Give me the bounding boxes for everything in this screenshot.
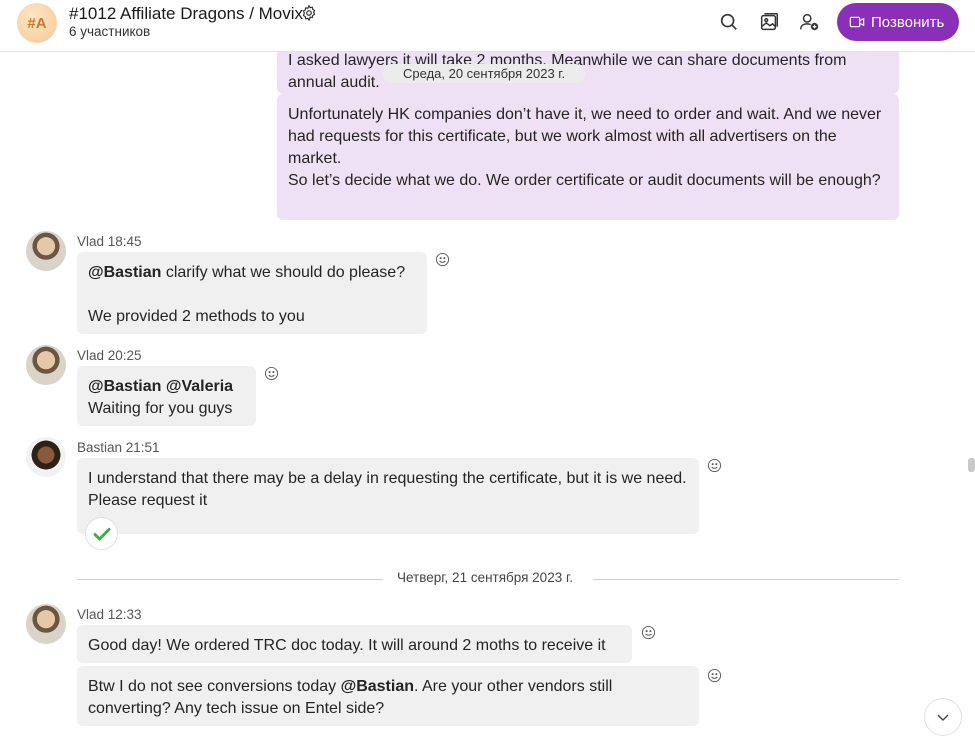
divider-line	[593, 579, 899, 580]
check-reaction[interactable]	[85, 517, 118, 550]
gear-icon[interactable]	[300, 4, 318, 22]
scrollbar-thumb[interactable]	[968, 458, 975, 472]
message-meta: Vlad 18:45	[77, 234, 142, 249]
date-divider: Четверг, 21 сентября 2023 г.	[77, 570, 899, 590]
call-button-label: Позвонить	[871, 13, 945, 31]
chat-title[interactable]: #1012 Affiliate Dragons / Movix	[69, 4, 303, 24]
avatar[interactable]	[26, 345, 66, 385]
message-text: So let’s decide what we do. We order cer…	[288, 172, 881, 189]
message-text: clarify what we should do please?	[161, 264, 406, 281]
smiley-icon[interactable]	[707, 668, 722, 683]
message-meta: Vlad 20:25	[77, 348, 142, 363]
date-divider-label: Четверг, 21 сентября 2023 г.	[397, 570, 573, 585]
chat-header: #A #1012 Affiliate Dragons / Movix 6 уча…	[0, 0, 975, 52]
own-message[interactable]: I asked lawyers it will take 2 months. M…	[277, 52, 899, 94]
message-bubble[interactable]: Btw I do not see conversions today @Bast…	[77, 666, 699, 726]
message-text: Btw I do not see conversions today	[88, 678, 341, 695]
smiley-icon[interactable]	[435, 252, 450, 267]
message-bubble[interactable]: @Bastian @Valeria Waiting for you guys	[77, 366, 256, 426]
message-text: I asked lawyers it will take 2 months. M…	[288, 52, 847, 69]
message-text: annual audit.	[288, 74, 380, 91]
participants-count[interactable]: 6 участников	[69, 24, 150, 39]
divider-line	[77, 579, 383, 580]
message-meta: Bastian 21:51	[77, 440, 160, 455]
message-text: I understand that there may be a delay i…	[88, 470, 687, 509]
floating-date: Среда, 20 сентября 2023 г.	[383, 64, 586, 83]
mention[interactable]: @Bastian	[88, 264, 161, 281]
smiley-icon[interactable]	[707, 458, 722, 473]
message-bubble[interactable]: @Bastian clarify what we should do pleas…	[77, 252, 427, 334]
call-button[interactable]: Позвонить	[837, 3, 959, 41]
message-text: We provided 2 methods to you	[88, 308, 305, 325]
message-text: Unfortunately HK companies don’t have it…	[288, 106, 882, 167]
add-person-icon[interactable]	[798, 11, 820, 33]
avatar[interactable]	[26, 437, 66, 477]
smiley-icon[interactable]	[264, 366, 279, 381]
group-avatar[interactable]: #A	[17, 3, 57, 43]
mention[interactable]: @Bastian @Valeria	[88, 378, 233, 395]
mention[interactable]: @Bastian	[341, 678, 414, 695]
avatar-initials: #A	[27, 14, 47, 32]
gallery-icon[interactable]	[758, 11, 780, 33]
avatar[interactable]	[26, 604, 66, 644]
message-text: Waiting for you guys	[88, 400, 233, 417]
message-bubble[interactable]: Good day! We ordered TRC doc today. It w…	[77, 625, 632, 663]
smiley-icon[interactable]	[641, 625, 656, 640]
chevron-down-icon	[937, 714, 949, 721]
scroll-to-bottom-button[interactable]	[924, 698, 962, 736]
check-mark-icon	[93, 527, 110, 540]
message-meta: Vlad 12:33	[77, 607, 142, 622]
message-bubble[interactable]: I understand that there may be a delay i…	[77, 458, 699, 534]
own-message[interactable]: Unfortunately HK companies don’t have it…	[277, 94, 899, 220]
message-list[interactable]: I asked lawyers it will take 2 months. M…	[0, 52, 975, 739]
video-call-icon	[849, 16, 865, 28]
search-icon[interactable]	[718, 11, 740, 33]
avatar[interactable]	[26, 231, 66, 271]
message-text: Good day! We ordered TRC doc today. It w…	[88, 637, 606, 654]
